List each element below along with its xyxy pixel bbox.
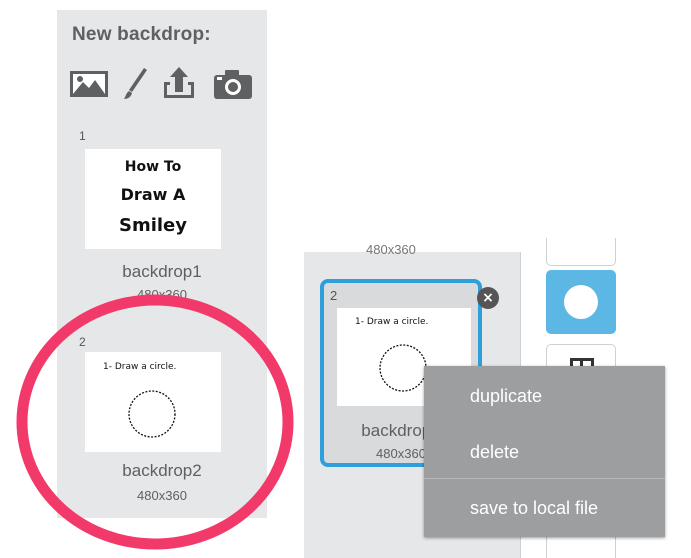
context-menu: duplicate delete save to local file (424, 366, 665, 537)
backdrop1-thumbnail[interactable]: How To Draw A Smiley (85, 149, 221, 249)
thumbnail-text: Draw A (120, 185, 186, 204)
circle-drawing (379, 344, 427, 392)
thumbnail-text: How To (124, 159, 182, 175)
backdrop-size: 480x360 (366, 242, 416, 257)
menu-divider (424, 478, 665, 479)
upload-tray-icon[interactable] (161, 66, 197, 100)
color-swatch-button[interactable] (546, 270, 616, 334)
image-landscape-icon[interactable] (69, 66, 109, 100)
paintbrush-icon[interactable] (122, 66, 148, 100)
camera-icon[interactable] (212, 66, 254, 100)
backdrop-index: 1 (79, 129, 86, 143)
menu-item-duplicate[interactable]: duplicate (470, 386, 542, 407)
new-backdrop-title: New backdrop: (72, 24, 211, 45)
thumbnail-text: Smiley (118, 215, 187, 236)
menu-item-delete[interactable]: delete (470, 442, 519, 463)
menu-item-save-to-local-file[interactable]: save to local file (470, 498, 598, 519)
close-x-icon[interactable]: × (477, 287, 499, 309)
side-button[interactable] (546, 238, 616, 266)
thumbnail-caption: 1- Draw a circle. (355, 317, 429, 327)
backdrop-name: backdrop1 (122, 262, 202, 281)
highlight-circle (16, 294, 294, 550)
circle-icon (564, 285, 598, 319)
backdrop-index: 2 (330, 288, 338, 303)
